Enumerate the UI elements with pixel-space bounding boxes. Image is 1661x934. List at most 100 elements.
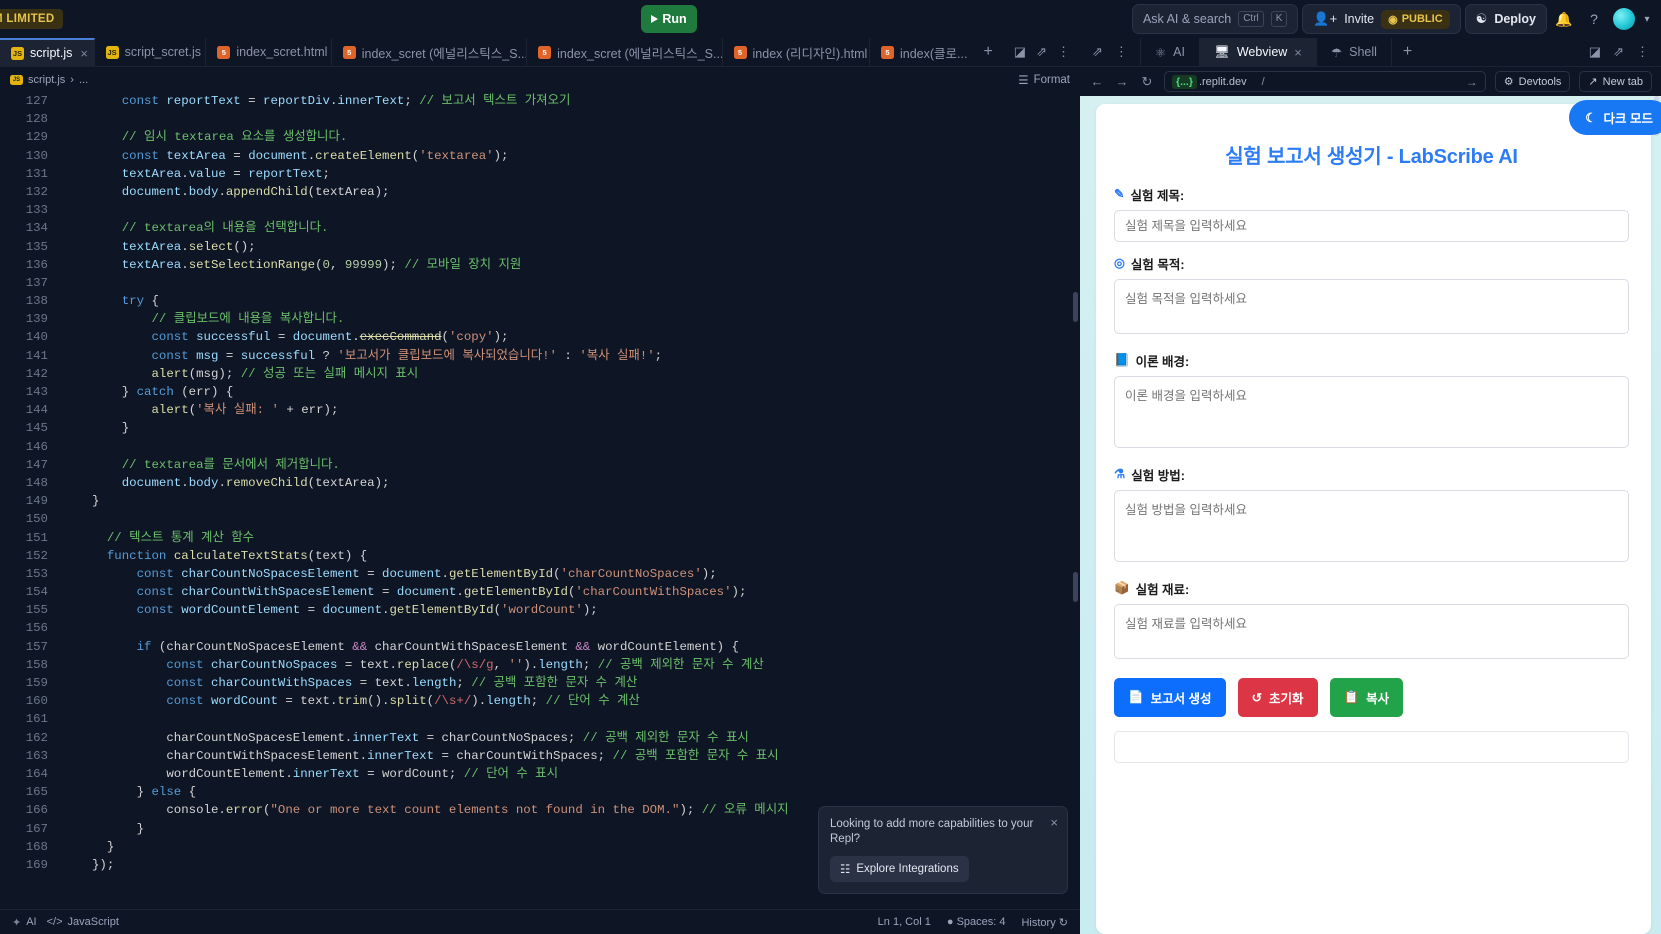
editor-tab-script-scret-js[interactable]: JS script_scret.js — [95, 38, 207, 66]
code-text[interactable]: const wordCount = text.trim().split(/\s+… — [62, 692, 639, 710]
breadcrumb-file[interactable]: script.js — [28, 74, 65, 86]
experiment-method-textarea[interactable] — [1114, 490, 1629, 562]
code-line[interactable]: 162 charCountNoSpacesElement.innerText =… — [0, 729, 1080, 747]
code-line[interactable]: 144 alert('복사 실패: ' + err); — [0, 401, 1080, 419]
new-tab-button[interactable]: ↗ New tab — [1579, 71, 1652, 92]
code-text[interactable]: // textarea의 내용을 선택합니다. — [62, 219, 329, 237]
code-text[interactable] — [62, 619, 92, 637]
code-text[interactable]: charCountWithSpacesElement.innerText = c… — [62, 747, 778, 765]
more-options-icon[interactable]: ⋮ — [1115, 44, 1128, 60]
code-text[interactable]: const charCountWithSpacesElement = docum… — [62, 583, 747, 601]
url-input[interactable]: {...} .replit.dev / → — [1164, 71, 1486, 92]
code-text[interactable]: document.body.removeChild(textArea); — [62, 474, 390, 492]
code-text[interactable]: } — [62, 492, 99, 510]
code-editor[interactable]: 127 const reportText = reportDiv.innerTe… — [0, 92, 1080, 909]
chevron-down-icon[interactable]: ▾ — [1641, 6, 1653, 32]
code-text[interactable]: // 임시 textarea 요소를 생성합니다. — [62, 128, 348, 146]
editor-scrollbar-thumb-2[interactable] — [1073, 572, 1078, 602]
search-input[interactable]: Ask AI & search Ctrl K — [1131, 4, 1299, 34]
code-line[interactable]: 153 const charCountNoSpacesElement = doc… — [0, 565, 1080, 583]
code-line[interactable]: 161 — [0, 710, 1080, 728]
code-text[interactable] — [62, 110, 92, 128]
more-options-icon[interactable]: ⋮ — [1057, 44, 1070, 60]
code-text[interactable]: const textArea = document.createElement(… — [62, 147, 509, 165]
code-line[interactable]: 133 — [0, 201, 1080, 219]
code-text[interactable]: textArea.setSelectionRange(0, 99999); //… — [62, 256, 522, 274]
invite-group[interactable]: 👤+ Invite ◉ PUBLIC — [1302, 4, 1461, 34]
code-line[interactable]: 145 } — [0, 419, 1080, 437]
experiment-purpose-textarea[interactable] — [1114, 279, 1629, 334]
code-text[interactable]: }); — [62, 856, 114, 874]
code-text[interactable]: if (charCountNoSpacesElement && charCoun… — [62, 638, 739, 656]
code-line[interactable]: 164 wordCountElement.innerText = wordCou… — [0, 765, 1080, 783]
code-line[interactable]: 160 const wordCount = text.trim().split(… — [0, 692, 1080, 710]
code-text[interactable] — [62, 510, 92, 528]
code-text[interactable]: } — [62, 820, 144, 838]
code-text[interactable]: } — [62, 419, 129, 437]
code-text[interactable]: charCountNoSpacesElement.innerText = cha… — [62, 729, 748, 747]
code-text[interactable]: alert(msg); // 성공 또는 실패 메시지 표시 — [62, 365, 419, 383]
editor-tab-index-scret-analytics-2[interactable]: 5 index_scret (에널리스틱스_S... — [527, 38, 723, 66]
code-text[interactable] — [62, 710, 92, 728]
question-mark-icon[interactable]: ? — [1581, 6, 1607, 32]
code-text[interactable]: alert('복사 실패: ' + err); — [62, 401, 339, 419]
code-text[interactable]: } catch (err) { — [62, 383, 234, 401]
code-line[interactable]: 131 textArea.value = reportText; — [0, 165, 1080, 183]
code-line[interactable]: 151 // 텍스트 통계 계산 함수 — [0, 529, 1080, 547]
editor-tab-index-scret-html[interactable]: 5 index_scret.html — [206, 38, 332, 66]
code-text[interactable]: document.body.appendChild(textArea); — [62, 183, 390, 201]
expand-icon[interactable]: ⇗ — [1036, 44, 1047, 60]
close-icon[interactable]: × — [1294, 45, 1302, 60]
code-line[interactable]: 163 charCountWithSpacesElement.innerText… — [0, 747, 1080, 765]
explore-integrations-button[interactable]: ☷ Explore Integrations — [830, 856, 969, 882]
status-ai-icon[interactable]: ✦ — [12, 916, 21, 929]
code-line[interactable]: 127 const reportText = reportDiv.innerTe… — [0, 92, 1080, 110]
code-line[interactable]: 143 } catch (err) { — [0, 383, 1080, 401]
code-text[interactable]: textArea.select(); — [62, 238, 256, 256]
code-text[interactable] — [62, 274, 92, 292]
code-line[interactable]: 135 textArea.select(); — [0, 238, 1080, 256]
url-go-icon[interactable]: → — [1466, 75, 1478, 89]
status-cursor-position[interactable]: Ln 1, Col 1 — [878, 916, 931, 928]
editor-tab-index-claude-html[interactable]: 5 index(클로... — [870, 38, 972, 66]
split-pane-icon[interactable]: ◪ — [1014, 44, 1026, 60]
close-icon[interactable]: × — [80, 46, 88, 61]
code-line[interactable]: 159 const charCountWithSpaces = text.len… — [0, 674, 1080, 692]
dark-mode-toggle[interactable]: ☾ 다크 모드 — [1569, 100, 1661, 135]
code-line[interactable]: 142 alert(msg); // 성공 또는 실패 메시지 표시 — [0, 365, 1080, 383]
code-line[interactable]: 155 const wordCountElement = document.ge… — [0, 601, 1080, 619]
code-text[interactable]: } — [62, 838, 114, 856]
tab-ai[interactable]: ⚛ AI — [1141, 38, 1200, 66]
code-line[interactable]: 157 if (charCountNoSpacesElement && char… — [0, 638, 1080, 656]
code-text[interactable]: const msg = successful ? '보고서가 클립보드에 복사되… — [62, 347, 663, 365]
editor-scrollbar-thumb[interactable] — [1073, 292, 1078, 322]
code-line[interactable]: 136 textArea.setSelectionRange(0, 99999)… — [0, 256, 1080, 274]
code-line[interactable]: 158 const charCountNoSpaces = text.repla… — [0, 656, 1080, 674]
code-line[interactable]: 138 try { — [0, 292, 1080, 310]
code-line[interactable]: 148 document.body.removeChild(textArea); — [0, 474, 1080, 492]
code-text[interactable]: const charCountNoSpacesElement = documen… — [62, 565, 717, 583]
more-options-icon[interactable]: ⋮ — [1636, 44, 1649, 60]
format-button[interactable]: ☰ Format — [1018, 73, 1070, 87]
code-line[interactable]: 129 // 임시 textarea 요소를 생성합니다. — [0, 128, 1080, 146]
close-icon[interactable]: × — [1050, 815, 1058, 830]
code-line[interactable]: 146 — [0, 438, 1080, 456]
public-badge[interactable]: ◉ PUBLIC — [1381, 9, 1450, 29]
code-line[interactable]: 150 — [0, 510, 1080, 528]
code-text[interactable]: function calculateTextStats(text) { — [62, 547, 367, 565]
breadcrumb-rest[interactable]: ... — [79, 74, 88, 86]
reset-button[interactable]: ↺ 초기화 — [1237, 678, 1318, 717]
editor-tab-index-redesign-html[interactable]: 5 index (리디자인).html — [723, 38, 870, 66]
status-ai-label[interactable]: AI — [26, 916, 36, 928]
experiment-materials-textarea[interactable] — [1114, 604, 1629, 659]
code-line[interactable]: 165 } else { — [0, 783, 1080, 801]
code-line[interactable]: 128 — [0, 110, 1080, 128]
experiment-title-input[interactable] — [1114, 210, 1629, 242]
code-text[interactable]: console.error("One or more text count el… — [62, 801, 788, 819]
code-line[interactable]: 149} — [0, 492, 1080, 510]
code-text[interactable]: const charCountWithSpaces = text.length;… — [62, 674, 637, 692]
code-text[interactable]: // 클립보드에 내용을 복사합니다. — [62, 310, 345, 328]
status-history[interactable]: History ↻ — [1021, 916, 1068, 929]
run-button[interactable]: Run — [641, 5, 697, 33]
code-text[interactable]: const wordCountElement = document.getEle… — [62, 601, 598, 619]
